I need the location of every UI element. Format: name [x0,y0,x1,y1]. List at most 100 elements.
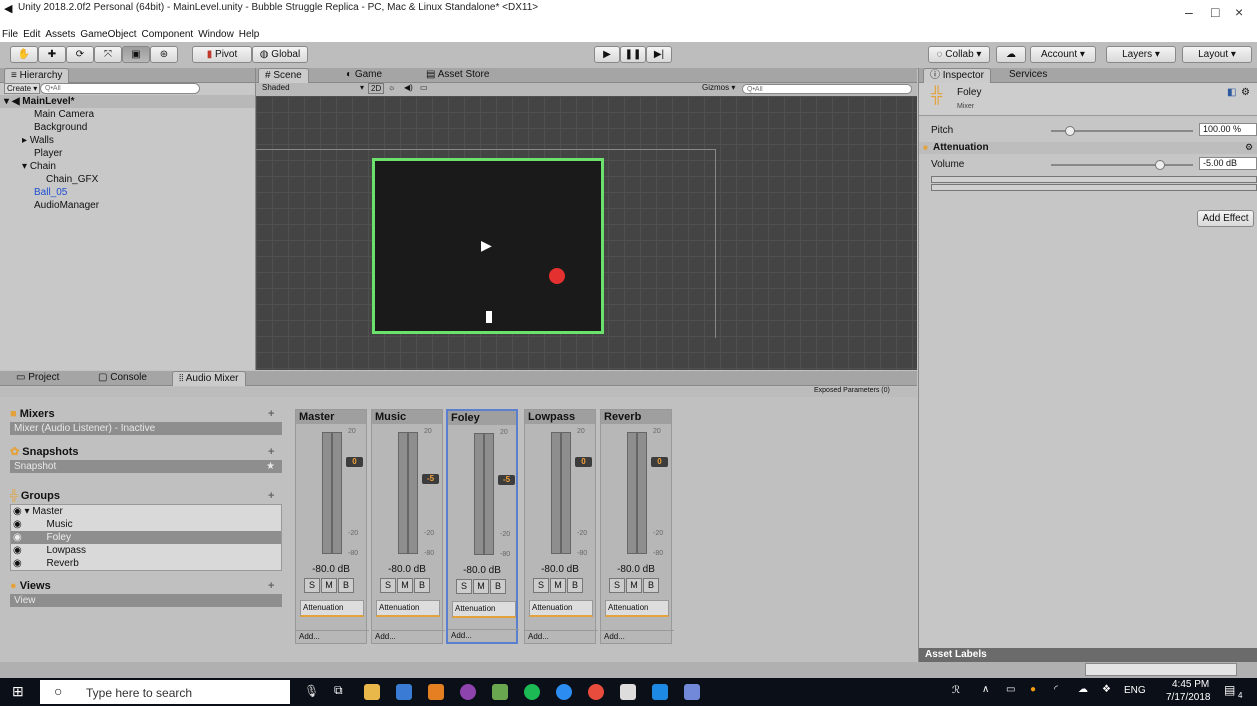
play-button[interactable]: ▶ [594,46,620,63]
tab-inspector[interactable]: ⓘ Inspector [923,68,991,83]
add-group-button[interactable]: + [268,489,274,504]
bypass-button[interactable]: B [643,578,659,593]
mute-button[interactable]: M [473,579,489,594]
app-icon[interactable] [460,684,476,700]
step-button[interactable]: ▶| [646,46,672,63]
mute-button[interactable]: M [550,578,566,593]
task-view-icon[interactable]: ⧉ [334,683,343,698]
2d-toggle[interactable]: 2D [368,83,385,94]
volume-slider[interactable] [1051,160,1193,170]
menu-gameobject[interactable]: GameObject [80,29,136,40]
mute-button[interactable]: M [626,578,642,593]
mixer-strip-master[interactable]: Master 20 -20 -80 0 -80.0 dB SMB Attenuati… [295,409,369,644]
group-item[interactable]: ◉ Foley [11,531,281,544]
bypass-button[interactable]: B [490,579,506,594]
group-item[interactable]: ◉ Lowpass [11,544,281,557]
global-button[interactable]: ◍ Global [252,46,308,63]
bypass-button[interactable]: B [567,578,583,593]
hierarchy-item[interactable]: Ball_05 [0,186,255,199]
attenuation-slot[interactable]: Attenuation [452,601,516,618]
rotate-tool-button[interactable]: ⟳ [66,46,94,63]
cloud-button[interactable]: ☁ [996,46,1026,63]
mute-button[interactable]: M [397,578,413,593]
clock-date[interactable]: 7/17/2018 [1166,692,1211,703]
transform-tool-button[interactable]: ⊛ [150,46,178,63]
hierarchy-search-input[interactable] [40,83,200,94]
notification-icon[interactable]: ▤ [1224,683,1235,697]
volume-fader[interactable]: -5 [422,474,439,484]
pivot-button[interactable]: ▮ Pivot [192,46,252,63]
menu-window[interactable]: Window [198,29,234,40]
attenuation-gear-icon[interactable]: ⚙ [1245,142,1253,153]
snapshot-item[interactable]: Snapshot ★ [10,460,282,473]
tab-asset-store[interactable]: ▤ Asset Store [420,68,495,82]
layers-button[interactable]: Layers ▾ [1106,46,1176,63]
add-effect-button[interactable]: Add Effect [1197,210,1254,227]
skype-icon[interactable] [556,684,572,700]
scene-search-input[interactable] [742,84,912,94]
hierarchy-item[interactable]: AudioManager [0,199,255,212]
pitch-slider-knob[interactable] [1065,126,1075,136]
bypass-button[interactable]: B [338,578,354,593]
volume-slider-knob[interactable] [1155,160,1165,170]
language-indicator[interactable]: ENG [1124,685,1146,696]
scene-viewport[interactable]: ▶ [256,96,917,370]
mixer-strip-music[interactable]: Music 20 -20 -80 -5 -80.0 dB SMB Attenuati… [371,409,445,644]
hierarchy-item[interactable]: Background [0,121,255,134]
bypass-button[interactable]: B [414,578,430,593]
spotify-icon[interactable] [524,684,540,700]
eye-icon[interactable]: ◉ [13,506,22,517]
ball-sprite[interactable] [549,268,565,284]
layout-button[interactable]: Layout ▾ [1182,46,1252,63]
battery-icon[interactable]: ▭ [1006,684,1015,695]
eye-icon[interactable]: ◉ [13,558,22,569]
collab-button[interactable]: ◌ Collab ▾ [928,46,990,63]
chevron-up-icon[interactable]: ∧ [982,684,989,695]
player-sprite[interactable] [486,311,492,323]
menu-assets[interactable]: Assets [45,29,75,40]
menu-file[interactable]: File [2,29,18,40]
add-effect-slot[interactable]: Add... [601,630,674,643]
solo-button[interactable]: S [380,578,396,593]
tab-hierarchy[interactable]: ≡ Hierarchy [4,68,70,83]
menu-help[interactable]: Help [239,29,260,40]
add-mixer-button[interactable]: + [268,407,274,422]
lighting-icon[interactable]: ☼ [388,83,395,92]
minimize-button[interactable]: – [1185,4,1193,20]
group-item[interactable]: ◉ Music [11,518,281,531]
eye-icon[interactable]: ◉ [13,545,22,556]
app-icon[interactable] [428,684,444,700]
wifi-icon[interactable]: ◜ [1054,684,1058,695]
tab-services[interactable]: Services [1003,68,1053,82]
add-effect-slot[interactable]: Add... [296,630,369,643]
solo-button[interactable]: S [456,579,472,594]
attenuation-slot[interactable]: Attenuation [376,600,440,617]
attenuation-slot[interactable]: Attenuation [300,600,364,617]
asset-labels-bar[interactable]: Asset Labels [919,648,1257,662]
hierarchy-item[interactable]: ▾ Chain [0,160,255,173]
mixer-item[interactable]: Mixer (Audio Listener) - Inactive [10,422,282,435]
add-effect-slot[interactable]: Add... [372,630,445,643]
hierarchy-item[interactable]: ▸ Walls [0,134,255,147]
move-tool-button[interactable]: ✚ [38,46,66,63]
hand-tool-button[interactable]: ✋ [10,46,38,63]
pitch-slider[interactable] [1051,126,1193,136]
solo-button[interactable]: S [304,578,320,593]
cloud-icon[interactable]: ☁ [1078,684,1088,695]
chrome-icon[interactable] [588,684,604,700]
account-button[interactable]: Account ▾ [1030,46,1096,63]
add-effect-slot[interactable]: Add... [525,630,598,643]
people-icon[interactable]: ℛ [952,685,960,696]
unity-icon[interactable] [620,684,636,700]
help-icon[interactable]: ◧ [1227,87,1236,98]
group-item[interactable]: ◉ ▾ Master [11,505,281,518]
scale-tool-button[interactable]: ⤧ [94,46,122,63]
microphone-icon[interactable]: 🎙 [304,684,319,698]
volume-field[interactable]: -5.00 dB [1199,157,1257,170]
add-view-button[interactable]: + [268,579,274,594]
solo-button[interactable]: S [533,578,549,593]
tray-app-icon[interactable]: ● [1030,684,1036,695]
file-explorer-icon[interactable] [364,684,380,700]
menu-edit[interactable]: Edit [23,29,40,40]
hierarchy-item[interactable]: Player [0,147,255,160]
